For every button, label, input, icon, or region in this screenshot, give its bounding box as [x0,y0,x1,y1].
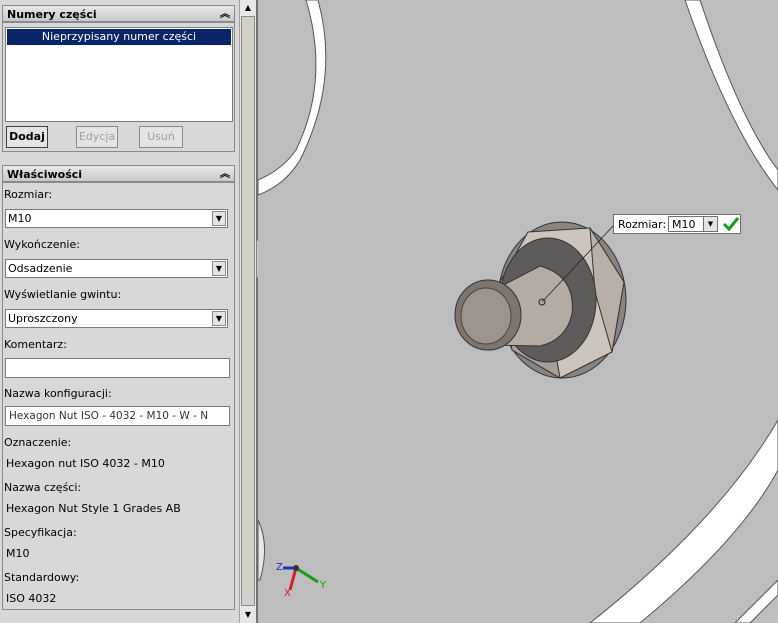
add-button[interactable]: Dodaj [6,126,48,148]
config-name-value: Hexagon Nut ISO - 4032 - M10 - W - N [9,410,209,422]
finish-select[interactable]: Odsadzenie ▼ [5,259,228,278]
scroll-down-icon[interactable]: ▼ [241,608,255,622]
axis-x-label: X [284,588,291,599]
size-select-value: M10 [8,212,32,225]
scroll-up-icon[interactable]: ▲ [241,1,255,15]
axis-z-label: Z [276,562,283,573]
finish-select-value: Odsadzenie [8,262,73,275]
size-label: Rozmiar: [4,188,53,201]
specification-label: Specyfikacja: [4,526,77,539]
chevron-down-icon[interactable]: ▼ [703,217,717,231]
designation-label: Oznaczenie: [4,436,72,449]
specification-value: M10 [6,547,30,560]
scroll-thumb[interactable] [241,16,255,606]
chevron-down-icon[interactable]: ▼ [212,211,226,226]
properties-title: Właściwości [7,168,83,181]
size-select[interactable]: M10 ▼ [5,209,228,228]
thread-display-value: Uproszczony [8,312,78,325]
confirm-check-icon[interactable] [722,215,740,233]
collapse-chevron-icon[interactable]: ︽ [220,166,230,183]
model-view [258,0,778,623]
part-numbers-header[interactable]: Numery części ︽ [2,5,235,22]
axis-y-label: Y [320,580,327,591]
config-name-input[interactable]: Hexagon Nut ISO - 4032 - M10 - W - N [5,406,230,426]
designation-value: Hexagon nut ISO 4032 - M10 [6,457,165,470]
part-name-label: Nazwa części: [4,481,82,494]
delete-button[interactable]: Usuń [139,126,183,148]
thread-display-label: Wyświetlanie gwintu: [4,288,122,301]
popup-size-label: Rozmiar: [618,218,667,231]
config-name-label: Nazwa konfiguracji: [4,387,112,400]
graphics-viewport[interactable]: Z X Y [258,0,778,623]
thread-display-select[interactable]: Uproszczony ▼ [5,309,228,328]
finish-label: Wykończenie: [4,238,80,251]
part-numbers-title: Numery części [7,8,97,21]
size-popup: Rozmiar: M10 ▼ [613,214,741,234]
standard-label: Standardowy: [4,571,80,584]
part-name-value: Hexagon Nut Style 1 Grades AB [6,502,181,515]
part-numbers-list[interactable]: Nieprzypisany numer części [5,27,233,122]
comment-label: Komentarz: [4,338,67,351]
collapse-chevron-icon[interactable]: ︽ [220,6,230,23]
comment-input[interactable] [5,358,230,378]
popup-size-value: M10 [672,218,696,231]
chevron-down-icon[interactable]: ▼ [212,261,226,276]
list-item[interactable]: Nieprzypisany numer części [7,29,231,45]
property-manager-panel: Numery części ︽ Nieprzypisany numer częś… [0,0,240,623]
popup-size-select[interactable]: M10 ▼ [668,216,718,232]
standard-value: ISO 4032 [6,592,57,605]
panel-scrollbar[interactable]: ▲ ▼ [239,0,256,623]
properties-header[interactable]: Właściwości ︽ [2,165,235,182]
chevron-down-icon[interactable]: ▼ [212,311,226,326]
edit-button[interactable]: Edycja [76,126,118,148]
